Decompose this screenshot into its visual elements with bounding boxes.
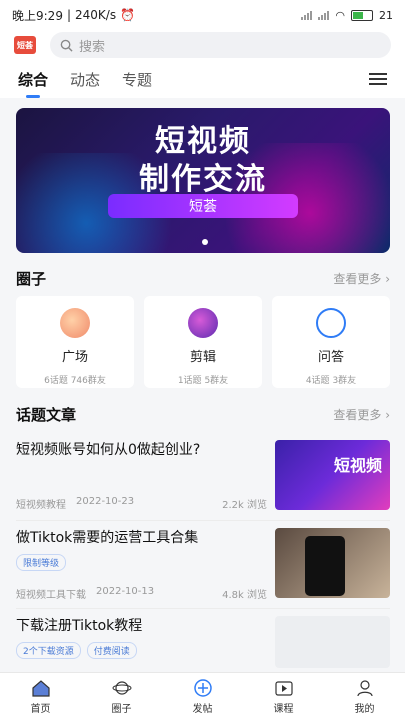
circle-card-qa[interactable]: 问答 4话题 3群友 (272, 296, 390, 388)
app-header: 短荟 搜索 (0, 30, 405, 60)
search-icon (60, 39, 73, 52)
tab-comprehensive[interactable]: 综合 (18, 69, 48, 90)
carousel-indicator (202, 239, 208, 245)
circles-more-link[interactable]: 查看更多 › (333, 270, 390, 287)
article-thumbnail (275, 616, 390, 668)
articles-header: 话题文章 查看更多 › (16, 404, 390, 425)
articles-more-link[interactable]: 查看更多 › (333, 406, 390, 423)
wifi-icon: ◠ (335, 8, 345, 22)
alarm-icon: ⏰ (120, 8, 136, 22)
circle-stats: 6话题 746群友 (44, 376, 106, 386)
circle-stats: 4话题 3群友 (305, 376, 357, 386)
circle-name: 剪辑 (189, 350, 216, 365)
nav-post[interactable]: 发帖 (162, 673, 243, 720)
article-title: 短视频账号如何从0做起创业? (16, 442, 201, 458)
home-icon (31, 679, 51, 697)
circle-stats: 1话题 5群友 (177, 376, 229, 386)
divider (16, 520, 390, 521)
signal-icon (301, 10, 313, 20)
user-icon (355, 679, 375, 697)
editing-icon (188, 308, 218, 338)
article-date: 2022-10-23 (76, 496, 135, 507)
promo-banner[interactable]: 短视频 制作交流 短荟 (16, 108, 390, 253)
search-bar[interactable]: 搜索 (50, 32, 391, 58)
article-title: 做Tiktok需要的运营工具合集 (16, 530, 199, 546)
battery-level: 21 (379, 8, 393, 22)
search-placeholder: 搜索 (79, 39, 106, 55)
circles-title: 圈子 (16, 270, 47, 288)
network-speed: 240K/s (75, 8, 117, 22)
nav-circles[interactable]: 圈子 (81, 673, 162, 720)
article-views: 4.8k 浏览 (222, 590, 267, 601)
signal-icon-2 (318, 10, 330, 20)
circle-name: 广场 (61, 350, 88, 365)
article-tag[interactable]: 付费阅读 (86, 642, 137, 659)
nav-home[interactable]: 首页 (0, 673, 81, 720)
circle-card-plaza[interactable]: 广场 6话题 746群友 (16, 296, 134, 388)
article-item-2[interactable]: 做Tiktok需要的运营工具合集 限制等级 短视频工具下载 2022-10-13… (16, 528, 390, 601)
circles-header: 圈子 查看更多 › (16, 268, 390, 289)
status-bar: 晚上9:29 | 240K/s ⏰ ◠ 21 (0, 0, 405, 30)
article-category: 短视频工具下载 (16, 590, 86, 601)
article-tag[interactable]: 2个下载资源 (16, 642, 81, 659)
tab-bar: 综合 动态 专题 (0, 60, 405, 98)
circle-card-editing[interactable]: 剪辑 1话题 5群友 (144, 296, 262, 388)
article-thumbnail (275, 528, 390, 598)
article-category: 短视频教程 (16, 500, 66, 511)
article-tag[interactable]: 限制等级 (16, 554, 67, 571)
app-logo[interactable]: 短荟 (14, 36, 36, 54)
nav-courses[interactable]: 课程 (243, 673, 324, 720)
battery-icon (351, 9, 373, 21)
plus-circle-icon (193, 678, 213, 697)
nav-profile[interactable]: 我的 (324, 673, 405, 720)
article-meta: 短视频工具下载 2022-10-13 4.8k 浏览 (16, 586, 267, 601)
divider (16, 608, 390, 609)
plaza-icon (60, 308, 90, 338)
article-item-3[interactable]: 下载注册Tiktok教程 2个下载资源 付费阅读 (16, 616, 390, 672)
banner-button[interactable]: 短荟 (108, 194, 298, 218)
article-title: 下载注册Tiktok教程 (16, 618, 143, 634)
planet-icon (112, 679, 132, 697)
article-views: 2.2k 浏览 (222, 500, 267, 511)
circle-name: 问答 (317, 350, 344, 365)
article-thumbnail: 短视频 (275, 440, 390, 510)
article-item-1[interactable]: 短视频账号如何从0做起创业? 短视频教程 2022-10-23 2.2k 浏览 … (16, 440, 390, 512)
circles-list: 广场 6话题 746群友 剪辑 1话题 5群友 问答 4话题 3群友 (16, 296, 390, 388)
status-time: 晚上9:29 (12, 8, 63, 23)
menu-icon[interactable] (369, 73, 387, 85)
banner-title-line2: 制作交流 (139, 162, 267, 197)
articles-title: 话题文章 (16, 406, 77, 424)
qa-icon (316, 308, 346, 338)
article-date: 2022-10-13 (96, 586, 155, 597)
tab-dynamic[interactable]: 动态 (70, 69, 100, 90)
play-box-icon (274, 679, 294, 697)
tab-topics[interactable]: 专题 (122, 69, 152, 90)
bottom-nav: 首页 圈子 发帖 课程 我的 (0, 672, 405, 720)
article-meta: 短视频教程 2022-10-23 2.2k 浏览 (16, 496, 267, 511)
